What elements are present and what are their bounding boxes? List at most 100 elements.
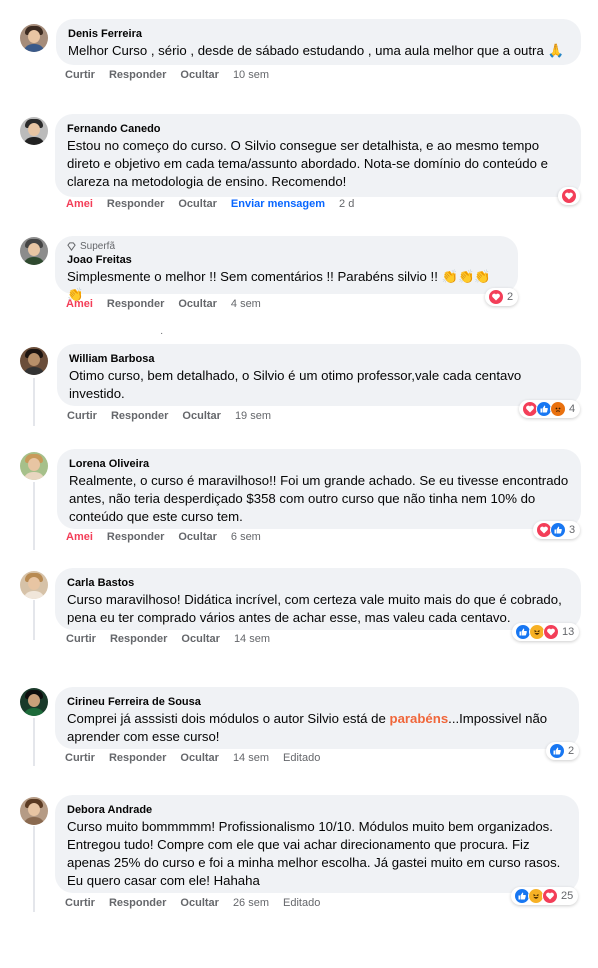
reactions-summary[interactable]: 2 [485,288,519,306]
avatar[interactable] [20,24,48,52]
author-name[interactable]: Denis Ferreira [68,27,569,41]
like-button[interactable]: Curtir [65,752,95,764]
avatar[interactable] [20,347,48,375]
hide-button[interactable]: Ocultar [180,752,219,764]
reply-button[interactable]: Responder [110,633,167,645]
love-reaction-icon [561,188,577,204]
avatar[interactable] [20,688,48,716]
edited-label: Editado [283,752,321,764]
author-name[interactable]: Lorena Oliveira [69,457,569,471]
comment-actions: Amei Responder Ocultar Enviar mensagem 2… [66,198,354,210]
timestamp[interactable]: 14 sem [234,633,270,645]
thread-line [33,378,35,426]
comment-bubble: Superfã Joao Freitas Simplesmente o melh… [55,236,518,302]
comment-bubble: Cirineu Ferreira de Sousa Comprei já ass… [55,687,579,749]
like-button[interactable]: Curtir [65,897,95,909]
comment-text: Otimo curso, bem detalhado, o Silvio é u… [69,368,522,401]
diamond-icon [67,242,76,251]
reactions-summary[interactable]: 25 [511,887,579,905]
timestamp[interactable]: 4 sem [231,298,261,310]
avatar[interactable] [20,117,48,145]
comment-actions: Curtir Responder Ocultar 10 sem [65,69,269,81]
avatar[interactable] [20,571,48,599]
comment-bubble: Fernando Canedo Estou no começo do curso… [55,114,581,197]
comment-bubble: William Barbosa Otimo curso, bem detalha… [57,344,581,406]
loved-button[interactable]: Amei [66,531,93,543]
comment-actions: Curtir Responder Ocultar 14 sem [66,633,270,645]
comment-text: Estou no começo do curso. O Silvio conse… [67,138,548,189]
author-name[interactable]: Cirineu Ferreira de Sousa [67,695,567,709]
timestamp[interactable]: 19 sem [235,410,271,422]
avatar[interactable] [20,452,48,480]
reply-button[interactable]: Responder [109,69,166,81]
highlighted-word[interactable]: parabéns [390,711,449,726]
avatar[interactable] [20,237,48,265]
reply-button[interactable]: Responder [107,531,164,543]
loved-button[interactable]: Amei [66,298,93,310]
reactions-summary[interactable]: 2 [546,742,580,760]
hide-button[interactable]: Ocultar [180,69,219,81]
author-name[interactable]: Debora Andrade [67,803,567,817]
reaction-count: 2 [507,291,514,303]
hide-button[interactable]: Ocultar [182,410,221,422]
like-reaction-icon [549,743,565,759]
hide-button[interactable]: Ocultar [178,198,217,210]
reply-button[interactable]: Responder [107,198,164,210]
separator-dot: · [160,328,164,339]
like-reaction-icon [550,522,566,538]
comment-actions: Curtir Responder Ocultar 19 sem [67,410,271,422]
comment-bubble: Carla Bastos Curso maravilhoso! Didática… [55,568,581,630]
reactions-summary[interactable]: 13 [512,623,580,641]
reactions-summary[interactable]: 4 [519,400,581,418]
comment-bubble: Lorena Oliveira Realmente, o curso é mar… [57,449,581,529]
comment-bubble: Denis Ferreira Melhor Curso , sério , de… [56,19,581,65]
timestamp[interactable]: 14 sem [233,752,269,764]
reply-button[interactable]: Responder [111,410,168,422]
comment-text: Curso maravilhoso! Didática incrível, co… [67,592,562,625]
hide-button[interactable]: Ocultar [181,633,220,645]
comment-actions: Curtir Responder Ocultar 14 sem Editado [65,752,320,764]
like-button[interactable]: Curtir [65,69,95,81]
timestamp[interactable]: 6 sem [231,531,261,543]
hide-button[interactable]: Ocultar [180,897,219,909]
thread-line [33,826,35,912]
love-reaction-icon [543,624,559,640]
fan-badge[interactable]: Superfã [67,241,506,252]
comment-text: Realmente, o curso é maravilhoso!! Foi u… [69,473,569,524]
comment-text: Curso muito bommmmm! Profissionalismo 10… [67,819,561,888]
comment-text: Melhor Curso , sério , desde de sábado e… [68,43,564,58]
love-reaction-icon [488,289,504,305]
reply-button[interactable]: Responder [107,298,164,310]
timestamp[interactable]: 10 sem [233,69,269,81]
thread-line [33,718,35,766]
reaction-count: 4 [569,403,576,415]
author-name[interactable]: Carla Bastos [67,576,569,590]
like-button[interactable]: Curtir [67,410,97,422]
like-button[interactable]: Curtir [66,633,96,645]
hide-button[interactable]: Ocultar [178,531,217,543]
timestamp[interactable]: 26 sem [233,897,269,909]
hide-button[interactable]: Ocultar [178,298,217,310]
comment-text: Comprei já asssisti dois módulos o autor… [67,710,567,746]
reaction-count: 25 [561,890,574,902]
reactions-summary[interactable] [558,187,580,205]
author-name[interactable]: William Barbosa [69,352,569,366]
reactions-summary[interactable]: 3 [533,521,581,539]
author-name[interactable]: Fernando Canedo [67,122,569,136]
text-part: Comprei já asssisti dois módulos o autor… [67,711,390,726]
edited-label: Editado [283,897,321,909]
badge-label: Superfã [80,241,116,252]
angry-reaction-icon [550,401,566,417]
author-name[interactable]: Joao Freitas [67,253,506,267]
reaction-count: 3 [569,524,576,536]
timestamp[interactable]: 2 d [339,198,354,210]
send-message-button[interactable]: Enviar mensagem [231,198,325,210]
comment-bubble: Debora Andrade Curso muito bommmmm! Prof… [55,795,579,893]
comment-actions: Amei Responder Ocultar 4 sem [66,298,261,310]
loved-button[interactable]: Amei [66,198,93,210]
reply-button[interactable]: Responder [109,897,166,909]
thread-line [33,600,35,640]
avatar[interactable] [20,797,48,825]
reaction-count: 13 [562,626,575,638]
reply-button[interactable]: Responder [109,752,166,764]
